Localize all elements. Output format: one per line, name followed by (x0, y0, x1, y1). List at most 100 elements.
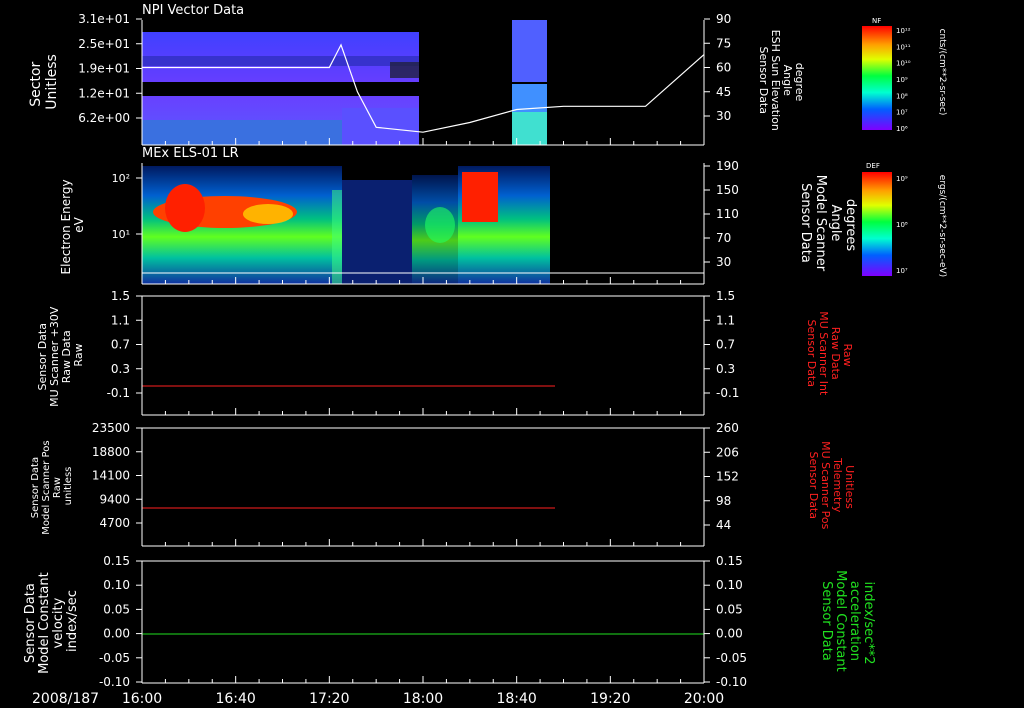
heatmap-gap (142, 82, 419, 96)
colorbar-def: DEF 10⁹ 10⁸ 10⁷ ergs/(cm**2-sr-sec-eV) (862, 162, 947, 277)
colorbar-tick-label: 10⁷ (896, 109, 908, 117)
colorbar-tick-label: 10¹¹ (896, 43, 911, 51)
tick-label: 23500 (92, 421, 130, 435)
tick-label: 30 (716, 109, 731, 123)
colorbar-nf: NF 10¹² 10¹¹ 10¹⁰ 10⁹ 10⁸ 10⁷ 10⁶ cnts/(cm**2-… (862, 17, 947, 133)
tick-label: 110 (716, 207, 739, 221)
panel-mu-scanner-v: 1.5 1.1 0.7 0.3 -0.1 1.5 1.1 0.7 0.3 -0.1 Sensor… (36, 289, 854, 416)
heatmap-block (512, 20, 547, 82)
tick-label: 1.5 (111, 289, 130, 303)
tick-label: 10² (112, 172, 130, 185)
right-tick-labels: 260 206 152 98 44 (704, 421, 739, 532)
tick-label: 0.3 (716, 362, 735, 376)
colorbar-ticks: 10¹² 10¹¹ 10¹⁰ 10⁹ 10⁸ 10⁷ 10⁶ (896, 27, 911, 133)
tick-label: -0.05 (99, 651, 130, 665)
tick-label: 190 (716, 159, 739, 173)
time-tick-label: 16:00 (122, 691, 162, 707)
tick-label: 10¹ (112, 228, 130, 241)
colorbar-tick-label: 10⁸ (896, 92, 908, 100)
colorbar-label: DEF (866, 162, 880, 170)
tick-label: 1.2e+01 (78, 86, 130, 100)
time-tick-label: 16:40 (215, 691, 255, 707)
left-tick-labels: 23500 18800 14100 9400 4700 (92, 421, 142, 530)
tick-label: 0.7 (111, 338, 130, 352)
colorbar-tick-label: 10⁹ (896, 76, 908, 84)
tick-label: -0.05 (716, 651, 747, 665)
tick-label: 3.1e+01 (78, 12, 130, 26)
tick-label: 0.10 (716, 578, 743, 592)
colorbar-units: ergs/(cm**2-sr-sec-eV) (937, 175, 947, 277)
tick-label: 0.10 (103, 578, 130, 592)
colorbar (862, 172, 892, 276)
flux-peak (462, 172, 498, 222)
flux-streak (332, 190, 342, 284)
colorbar-tick-label: 10¹² (896, 27, 911, 35)
flux-peak (243, 204, 293, 224)
tick-label: 70 (716, 231, 731, 245)
tick-label: 9400 (99, 492, 130, 506)
left-tick-labels: 0.15 0.10 0.05 0.00 -0.05 -0.10 (99, 554, 142, 689)
tick-label: 0.00 (716, 627, 743, 641)
y-label-right: Sensor Data Model Constant acceleration … (819, 570, 876, 676)
tick-label: 0.05 (103, 602, 130, 616)
colorbar-tick-label: 10¹⁰ (896, 60, 911, 68)
tick-label: 0.7 (716, 338, 735, 352)
time-tick-label: 17:20 (309, 691, 349, 707)
y-label-left: Sector Unitless (28, 54, 60, 110)
tick-label: 152 (716, 470, 739, 484)
tick-label: 0.15 (716, 554, 743, 568)
panel-els: MEx ELS-01 LR 190 150 110 70 30 10² 10¹ Elec… (59, 146, 858, 285)
heatmap-band (342, 108, 419, 145)
tick-label: 2.5e+01 (78, 37, 130, 51)
chart-figure: NPI Vector Data 3.1e+01 2.5e+01 1.9e+01 1.2… (23, 3, 947, 707)
time-tick-label: 18:00 (403, 691, 443, 707)
y-label-right: Sensor Data Model Scanner Angle degrees (798, 175, 858, 276)
sector-heatmap (142, 20, 547, 145)
tick-label: 4700 (99, 516, 130, 530)
tick-label: 14100 (92, 469, 130, 483)
tick-label: 206 (716, 445, 739, 459)
right-tick-labels: 1.5 1.1 0.7 0.3 -0.1 (704, 289, 739, 400)
colorbar (862, 26, 892, 130)
heatmap-band (390, 62, 419, 78)
heatmap-block (512, 112, 547, 145)
y-label-right: Sensor Data MU Scanner Int Raw Data Raw (805, 311, 854, 399)
colorbar-units: cnts/(cm**2-sr-sec) (937, 29, 947, 116)
tick-label: 90 (716, 12, 731, 26)
panel-title: MEx ELS-01 LR (142, 146, 239, 161)
tick-label: 0.15 (103, 554, 130, 568)
panel-constant-velocity: 0.150.100.050.00-0.05-0.10 0.150.100.050… (23, 554, 876, 689)
tick-label: 6.2e+00 (78, 111, 130, 125)
flux-peak (425, 207, 455, 243)
colorbar-tick-label: 10⁶ (896, 125, 908, 133)
tick-label: 1.5 (716, 289, 735, 303)
y-label-left: Sensor Data Model Scanner Pos Raw unitle… (30, 437, 74, 534)
time-tick-label: 19:20 (590, 691, 630, 707)
tick-label: 0.05 (716, 602, 743, 616)
right-tick-labels: 0.15 0.10 0.05 0.00 -0.05 -0.10 (704, 554, 747, 689)
y-label-right: Sensor Data ESH Sun Elevation Angle degr… (757, 30, 806, 135)
tick-label: 30 (716, 255, 731, 269)
tick-label: 75 (716, 36, 731, 50)
right-tick-labels: 190 150 110 70 30 (704, 159, 739, 269)
heatmap-band (142, 56, 419, 66)
tick-label: -0.1 (107, 386, 130, 400)
time-tick-label: 18:40 (496, 691, 536, 707)
heatmap-band (142, 120, 342, 145)
heatmap-block (342, 180, 412, 284)
tick-label: 45 (716, 85, 731, 99)
y-label-right: Sensor Data MU Scanner Pos Telemetry Uni… (807, 441, 856, 533)
tick-label: 150 (716, 183, 739, 197)
tick-label: -0.10 (716, 675, 747, 689)
right-tick-labels: 90 75 60 45 30 (704, 12, 731, 123)
tick-label: -0.1 (716, 386, 739, 400)
tick-label: 1.1 (111, 313, 130, 327)
colorbar-label: NF (872, 17, 881, 25)
colorbar-tick-label: 10⁹ (896, 175, 908, 183)
left-tick-labels: 3.1e+01 2.5e+01 1.9e+01 1.2e+01 6.2e+00 (78, 12, 142, 125)
tick-label: 98 (716, 494, 731, 508)
y-label-left: Sensor Data MU Scanner +30V Raw Data Raw (36, 303, 85, 407)
tick-label: 44 (716, 518, 731, 532)
tick-label: 18800 (92, 445, 130, 459)
panel-title: NPI Vector Data (142, 3, 244, 18)
